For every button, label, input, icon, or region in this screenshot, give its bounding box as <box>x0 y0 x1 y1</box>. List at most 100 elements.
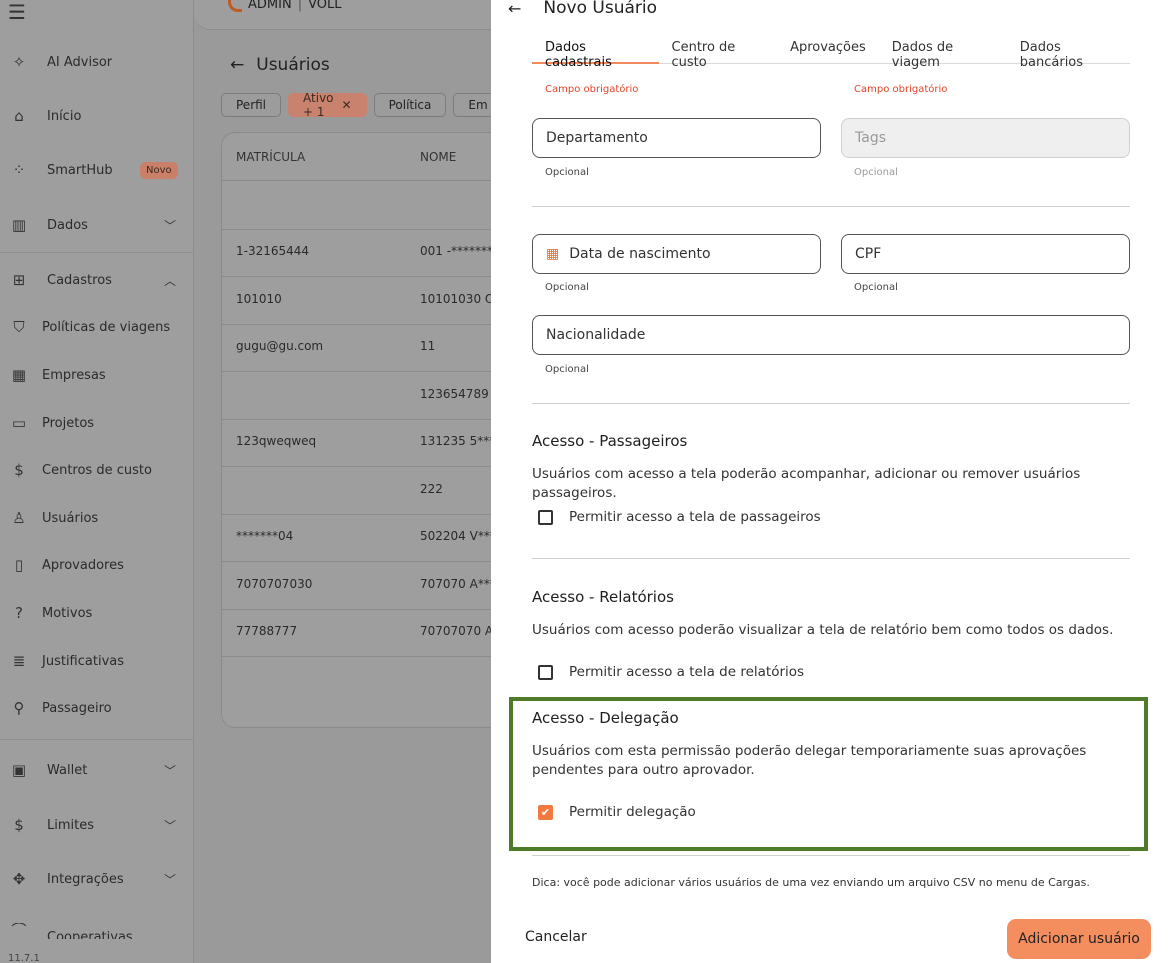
divider <box>532 403 1130 404</box>
arrow-left-icon[interactable]: ← <box>230 55 244 75</box>
sidebar-item-centros-custo[interactable]: $ Centros de custo <box>0 459 194 481</box>
departamento-field[interactable]: Departamento <box>532 118 821 158</box>
chevron-down-icon: ﹀ <box>163 763 176 778</box>
integration-icon: ✥ <box>12 870 26 888</box>
sidebar-item-integracoes[interactable]: ✥ Integrações ﹀ <box>0 868 194 890</box>
apps-icon: ⁘ <box>12 161 26 179</box>
home-icon: ⌂ <box>14 107 24 125</box>
sidebar-item-usuarios[interactable]: ♙ Usuários <box>0 507 194 529</box>
chip-label: Perfil <box>236 98 267 112</box>
sidebar: ☰ ✧ AI Advisor ⌂ Início ⁘ SmartHub Novo … <box>0 0 194 963</box>
sidebar-item-label: Centros de custo <box>42 462 152 478</box>
checkbox-delegacao[interactable]: ✔ Permitir delegação <box>538 804 696 820</box>
sidebar-item-label: Empresas <box>42 367 106 383</box>
sidebar-item-inicio[interactable]: ⌂ Início <box>0 105 194 127</box>
table-row[interactable]: 1-32165444 001 -******* <box>222 229 510 277</box>
tags-field: Tags <box>841 118 1130 158</box>
sidebar-item-empresas[interactable]: ▦ Empresas <box>0 364 194 386</box>
chevron-up-icon: ︿ <box>163 273 176 288</box>
checkbox-relatorios[interactable]: Permitir acesso a tela de relatórios <box>538 664 804 680</box>
chip-politica[interactable]: Política <box>373 93 447 117</box>
sidebar-item-projetos[interactable]: ▭ Projetos <box>0 412 194 434</box>
cpf-field[interactable]: CPF <box>841 234 1130 274</box>
sidebar-item-label: Integrações <box>47 871 124 887</box>
table-row[interactable]: 77788777 70707070 A* <box>222 609 510 657</box>
sidebar-item-label: Cadastros <box>47 272 112 288</box>
checkbox-passageiros[interactable]: Permitir acesso a tela de passageiros <box>538 509 821 525</box>
building-icon: ▦ <box>11 366 27 384</box>
sidebar-item-limites[interactable]: $ Limites ﹀ <box>0 814 194 836</box>
birthdate-field[interactable]: ▦ Data de nascimento <box>532 234 821 274</box>
coop-icon: ⌒ <box>11 923 27 939</box>
cancel-button[interactable]: Cancelar <box>525 929 587 945</box>
page-title: ← Usuários <box>230 55 330 75</box>
table-row[interactable]: 123qweqweq 131235 5*** <box>222 419 510 467</box>
sidebar-item-label: Início <box>47 108 82 124</box>
sidebar-item-wallet[interactable]: ▣ Wallet ﹀ <box>0 759 194 781</box>
section-title-relatorios: Acesso - Relatórios <box>532 588 674 606</box>
section-desc-passageiros: Usuários com acesso a tela poderão acomp… <box>532 466 1081 501</box>
table-row[interactable]: gugu@gu.com 11 <box>222 324 510 372</box>
chip-perfil[interactable]: Perfil <box>221 93 282 117</box>
table-row[interactable]: 222 <box>222 467 510 515</box>
cell-nome: 123654789 <box>420 387 489 401</box>
drawer-title: Novo Usuário <box>543 0 657 18</box>
cell-nome: 70707070 A* <box>420 624 500 638</box>
check-icon[interactable]: ✔ <box>538 804 553 820</box>
hamburger-icon[interactable]: ☰ <box>0 0 193 24</box>
checkbox-box[interactable] <box>538 664 553 680</box>
tab-dados-viagem[interactable]: Dados de viagem <box>879 33 1007 70</box>
new-user-drawer: ← Novo Usuário Dados cadastrais Centro d… <box>491 0 1168 963</box>
chip-label: Ativo + 1 <box>303 91 334 119</box>
sidebar-item-label: SmartHub <box>47 162 113 178</box>
brand-sub: VOLL <box>308 0 342 12</box>
drawer-header: ← Novo Usuário <box>508 0 657 18</box>
sidebar-item-justificativas[interactable]: ≣ Justificativas <box>0 650 194 672</box>
sidebar-item-label: Passageiro <box>42 700 112 716</box>
column-header-matricula[interactable]: MATRÍCULA <box>236 150 305 164</box>
tab-dados-cadastrais[interactable]: Dados cadastrais <box>532 33 659 70</box>
sidebar-item-aprovadores[interactable]: ▯ Aprovadores <box>0 554 194 576</box>
arrow-left-icon[interactable]: ← <box>508 0 521 18</box>
cell-nome: 222 <box>420 482 443 496</box>
sidebar-item-ai-advisor[interactable]: ✧ AI Advisor <box>0 51 194 73</box>
table-row[interactable]: 101010 10101030 O* <box>222 277 510 325</box>
field-label: Departamento <box>546 130 648 146</box>
tab-aprovacoes[interactable]: Aprovações <box>777 33 879 64</box>
tab-dados-bancarios[interactable]: Dados bancários <box>1007 33 1130 70</box>
sparkle-icon: ✧ <box>12 53 26 71</box>
sidebar-item-motivos[interactable]: ? Motivos <box>0 602 194 624</box>
cell-nome: 707070 A*** <box>420 577 496 591</box>
add-user-button[interactable]: Adicionar usuário <box>1007 919 1151 959</box>
sidebar-item-smarthub[interactable]: ⁘ SmartHub Novo <box>0 159 194 181</box>
nacionalidade-field[interactable]: Nacionalidade <box>532 315 1130 355</box>
cell-nome: 10101030 O* <box>420 292 501 306</box>
question-icon: ? <box>15 604 23 622</box>
cell-matricula: gugu@gu.com <box>236 339 324 353</box>
brand-separator: | <box>297 0 303 12</box>
table-row[interactable]: 7070707030 707070 A*** <box>222 562 510 610</box>
cell-matricula: *******04 <box>236 529 294 543</box>
main-content: ADMIN | VOLL ← Usuários Perfil Ativo + 1… <box>194 0 511 963</box>
sidebar-item-passageiro[interactable]: ⚲ Passageiro <box>0 697 194 719</box>
sidebar-item-politicas[interactable]: ⛉ Políticas de viagens <box>0 316 194 338</box>
user-icon: ♙ <box>12 509 26 527</box>
table-row[interactable]: 123654789 <box>222 372 510 420</box>
sidebar-item-cadastros[interactable]: ⊞ Cadastros ︿ <box>0 269 194 291</box>
calendar-icon[interactable]: ▦ <box>546 246 559 262</box>
optional-hint: Opcional <box>545 167 589 178</box>
close-icon[interactable]: ✕ <box>342 98 352 112</box>
optional-hint: Opcional <box>854 282 898 293</box>
drawer-tabs: Dados cadastrais Centro de custo Aprovaç… <box>532 33 1130 70</box>
checkbox-box[interactable] <box>538 509 553 525</box>
column-header-nome[interactable]: NOME <box>420 150 456 164</box>
tab-centro-custo[interactable]: Centro de custo <box>659 33 778 70</box>
chip-ativo[interactable]: Ativo + 1 ✕ <box>288 91 367 119</box>
brand-name: ADMIN <box>248 0 292 12</box>
sidebar-item-dados[interactable]: ▥ Dados ﹀ <box>0 214 194 236</box>
sidebar-item-cooperativas[interactable]: ⌒ Cooperativas <box>0 923 194 939</box>
cell-matricula: 123qweqweq <box>236 434 317 448</box>
users-table: MATRÍCULA NOME 1-32165444 001 -******* 1… <box>221 132 511 728</box>
table-row[interactable]: *******04 502204 V*** <box>222 514 510 562</box>
table-row[interactable] <box>222 182 510 230</box>
